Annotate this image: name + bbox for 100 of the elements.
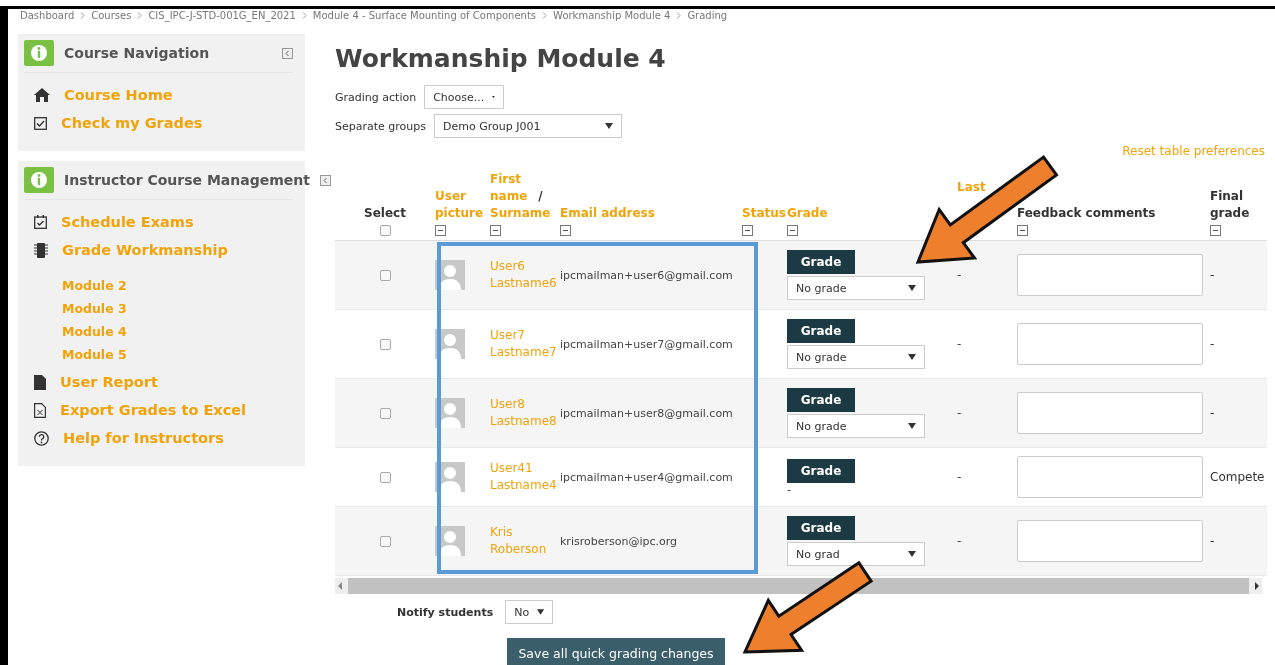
final-grade-cell-text: Compete bbox=[1210, 470, 1266, 484]
feedback-field[interactable] bbox=[1017, 254, 1203, 296]
collapse-icon[interactable] bbox=[435, 225, 446, 236]
nav-sublink[interactable]: Module 4 bbox=[62, 324, 293, 339]
chevron-icon bbox=[80, 11, 86, 19]
column-header-link[interactable]: Status bbox=[742, 205, 786, 222]
page-title: Workmanship Module 4 bbox=[335, 44, 667, 73]
user-name-link[interactable]: User41 Lastname4 bbox=[490, 460, 560, 494]
feedback-field[interactable] bbox=[1017, 392, 1203, 434]
grading-action-select[interactable]: Choose... bbox=[424, 85, 505, 109]
nav-sublink[interactable]: Module 5 bbox=[62, 347, 293, 362]
breadcrumb-link[interactable]: Dashboard bbox=[20, 9, 75, 21]
grade-button[interactable]: Grade bbox=[787, 459, 855, 483]
nav-link[interactable]: Help for Instructors bbox=[63, 430, 224, 446]
separator: / bbox=[538, 189, 543, 203]
select-all-checkbox[interactable] bbox=[379, 225, 391, 236]
email-cell: ipcmailman+user4@gmail.com bbox=[560, 470, 733, 484]
grade-button[interactable]: Grade bbox=[787, 388, 855, 412]
row-checkbox[interactable] bbox=[379, 338, 391, 350]
last-modified-cell-text: - bbox=[957, 406, 963, 420]
file-icon bbox=[34, 374, 46, 390]
chevron-icon bbox=[301, 11, 307, 19]
final-grade-cell-text: - bbox=[1210, 268, 1216, 282]
user-name-link[interactable]: User7 Lastname7 bbox=[490, 327, 560, 361]
breadcrumb-link[interactable]: Module 4 - Surface Mounting of Components bbox=[312, 9, 537, 21]
nav-link[interactable]: Course Home bbox=[64, 87, 173, 103]
field-label: Grading action bbox=[335, 90, 417, 104]
breadcrumb-link[interactable]: CIS_IPC-J-STD-001G_EN_2021 bbox=[148, 9, 296, 21]
grade-select[interactable]: No grad bbox=[787, 542, 925, 566]
nav-sublink[interactable]: Module 3 bbox=[62, 301, 293, 316]
collapse-icon[interactable] bbox=[1210, 225, 1221, 236]
dock-icon[interactable] bbox=[282, 47, 293, 59]
caret-icon bbox=[605, 123, 613, 129]
feedback-field[interactable] bbox=[1017, 520, 1203, 562]
last-modified-cell-text: - bbox=[957, 337, 963, 351]
column-header-link[interactable]: Surname bbox=[490, 206, 551, 220]
column-header-link[interactable]: Last bbox=[957, 179, 986, 196]
column-header-link[interactable]: Grade bbox=[787, 205, 828, 222]
caret-icon bbox=[908, 285, 916, 291]
row-checkbox[interactable] bbox=[379, 407, 391, 419]
breadcrumb-link[interactable]: Grading bbox=[687, 9, 728, 21]
user-name-link[interactable]: User6 Lastname6 bbox=[490, 258, 560, 292]
calendar-icon bbox=[34, 215, 47, 229]
user-name-link[interactable]: User8 Lastname8 bbox=[490, 396, 560, 430]
caret-icon bbox=[908, 423, 916, 429]
column-header: Feedback comments bbox=[1017, 205, 1156, 222]
email-cell: ipcmailman+user8@gmail.com bbox=[560, 406, 733, 420]
chip-icon bbox=[34, 242, 48, 258]
nav-sublink[interactable]: Module 2 bbox=[62, 278, 293, 293]
grade-select[interactable]: No grade bbox=[787, 276, 925, 300]
nav-link[interactable]: Export Grades to Excel bbox=[60, 402, 247, 418]
user-name-link[interactable]: Kris Roberson bbox=[490, 524, 560, 558]
grade-select[interactable]: No grade bbox=[787, 414, 925, 438]
info-icon bbox=[24, 40, 54, 66]
breadcrumb-link[interactable]: Workmanship Module 4 bbox=[553, 9, 671, 21]
row-checkbox[interactable] bbox=[379, 471, 391, 483]
feedback-field[interactable] bbox=[1017, 456, 1203, 498]
save-button[interactable]: Save all quick grading changes bbox=[507, 638, 725, 665]
breadcrumb-link[interactable]: Courses bbox=[91, 9, 132, 21]
column-header-link[interactable]: User picture bbox=[435, 188, 490, 222]
final-grade-cell-text: - bbox=[1210, 337, 1216, 351]
collapse-icon[interactable] bbox=[1017, 225, 1028, 236]
checkbox-icon bbox=[34, 116, 47, 130]
nav-link[interactable]: Check my Grades bbox=[61, 115, 203, 131]
scroll-right-icon[interactable] bbox=[1252, 582, 1262, 590]
block-title: Course Navigation bbox=[64, 45, 211, 61]
horizontal-scrollbar[interactable] bbox=[335, 578, 1262, 594]
collapse-icon[interactable] bbox=[490, 225, 501, 236]
collapse-icon[interactable] bbox=[787, 225, 798, 236]
row-checkbox[interactable] bbox=[379, 535, 391, 547]
row-checkbox[interactable] bbox=[379, 269, 391, 281]
grade-value: - bbox=[787, 485, 791, 495]
grade-button[interactable]: Grade bbox=[787, 516, 855, 540]
collapse-icon[interactable] bbox=[560, 225, 571, 236]
caret-icon bbox=[908, 354, 916, 360]
column-header-link[interactable]: Email address bbox=[560, 205, 655, 222]
chevron-icon bbox=[542, 11, 548, 19]
nav-link[interactable]: User Report bbox=[60, 374, 158, 390]
help-icon bbox=[34, 430, 49, 446]
caret-icon bbox=[908, 551, 916, 557]
collapse-icon[interactable] bbox=[742, 225, 753, 236]
dock-icon[interactable] bbox=[320, 174, 331, 186]
grade-button[interactable]: Grade bbox=[787, 319, 855, 343]
grade-select[interactable]: No grade bbox=[787, 345, 925, 369]
info-icon bbox=[24, 167, 54, 193]
notify-select[interactable]: No bbox=[505, 600, 554, 624]
last-modified-cell-text: - bbox=[957, 268, 963, 282]
chevron-icon bbox=[137, 11, 143, 19]
nav-link[interactable]: Schedule Exams bbox=[61, 214, 194, 230]
grade-button[interactable]: Grade bbox=[787, 250, 855, 274]
final-grade-cell-text: - bbox=[1210, 534, 1216, 548]
email-cell: ipcmailman+user7@gmail.com bbox=[560, 337, 733, 351]
column-header: Select bbox=[364, 205, 406, 222]
feedback-field[interactable] bbox=[1017, 323, 1203, 365]
nav-link[interactable]: Grade Workmanship bbox=[62, 242, 228, 258]
group-select[interactable]: Demo Group J001 bbox=[434, 114, 622, 138]
column-header-link[interactable]: First name bbox=[490, 171, 534, 205]
reset-link[interactable]: Reset table preferences bbox=[335, 144, 1265, 158]
column-header: Final grade bbox=[1210, 188, 1251, 222]
last-modified-cell-text: - bbox=[957, 470, 963, 484]
